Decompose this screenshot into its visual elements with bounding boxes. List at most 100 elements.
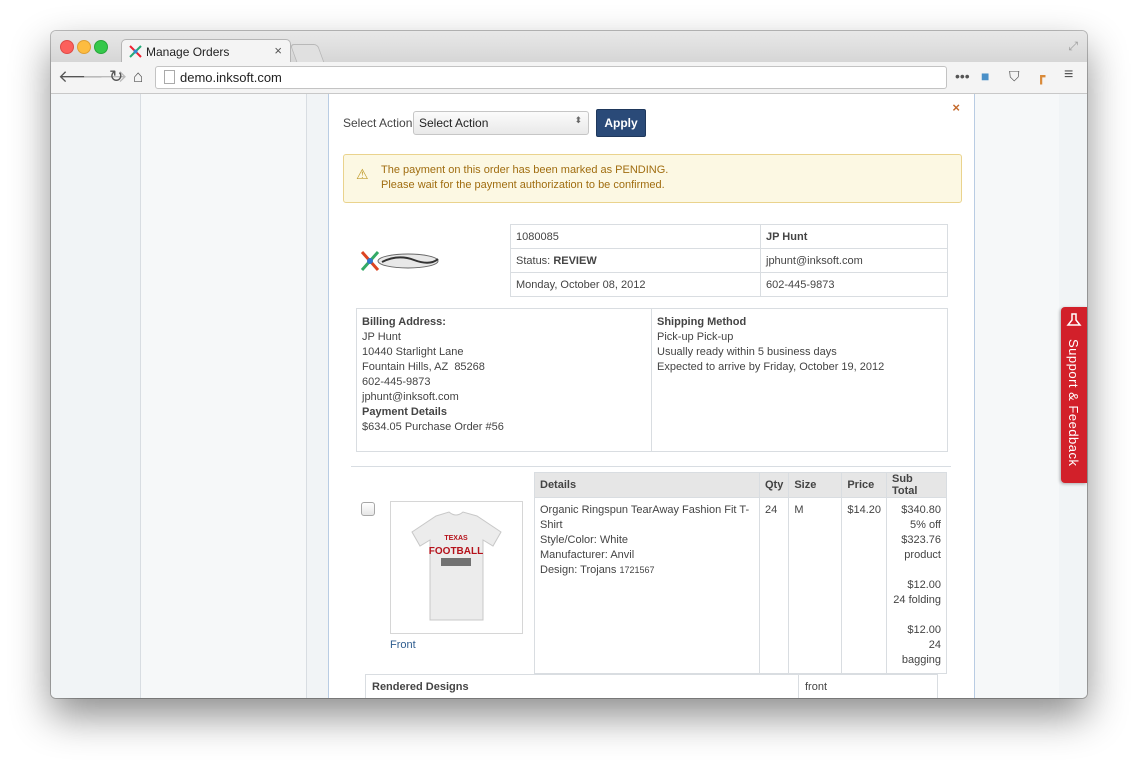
rendered-designs-table: Rendered Designs front xyxy=(365,674,938,698)
page-content: × Select Action: Select Action ⬍ Apply ⚠… xyxy=(51,94,1087,698)
order-info-table: 1080085 JP Hunt Status: REVIEW jphunt@in… xyxy=(510,224,948,297)
subtotal-spacer xyxy=(892,608,941,623)
price-header: Price xyxy=(841,472,887,498)
item-subtotal: $340.80 5% off $323.76 product $12.00 24… xyxy=(886,497,947,674)
left-panel xyxy=(141,94,306,698)
subtotal-header: Sub Total xyxy=(886,472,947,498)
customer-email: jphunt@inksoft.com xyxy=(760,248,948,273)
item-details: Organic Ringspun TearAway Fashion Fit T-… xyxy=(534,497,760,674)
product-style: Style/Color: White xyxy=(540,534,629,546)
billing-email: jphunt@inksoft.com xyxy=(362,391,459,403)
billing-city: Fountain Hills, AZ 85268 xyxy=(362,361,485,373)
shipping-method-value: Pick-up Pick-up xyxy=(657,331,734,343)
bookmark-icon[interactable]: ┏ xyxy=(1037,68,1045,85)
modal-close-icon[interactable]: × xyxy=(952,100,960,115)
subtotal-line: $323.76 xyxy=(901,534,941,546)
menu-icon[interactable]: ≡ xyxy=(1064,66,1073,84)
apply-button[interactable]: Apply xyxy=(596,109,646,137)
billing-name: JP Hunt xyxy=(362,331,401,343)
item-size: M xyxy=(788,497,843,674)
address-bar[interactable]: demo.inksoft.com xyxy=(155,66,947,89)
order-items-table: Details Qty Size Price Sub Total Organic… xyxy=(534,472,947,674)
subtotal-spacer xyxy=(892,563,941,578)
title-bar: Manage Orders × ⤢ xyxy=(51,31,1087,63)
design-id: 1721567 xyxy=(619,565,655,575)
new-tab-button[interactable] xyxy=(289,44,325,62)
front-link[interactable]: Front xyxy=(390,639,416,651)
select-action-value: Select Action xyxy=(419,116,489,130)
subtotal-line: 24 folding xyxy=(893,594,941,606)
status-value: REVIEW xyxy=(553,254,597,267)
pocket-icon[interactable]: ⛉ xyxy=(1009,68,1020,85)
inksoft-favicon-icon xyxy=(129,45,142,58)
home-icon[interactable]: ⌂ xyxy=(133,67,143,87)
payment-heading: Payment Details xyxy=(362,406,447,418)
product-manufacturer: Manufacturer: Anvil xyxy=(540,549,635,561)
column-divider xyxy=(306,94,307,698)
shipping-method: Shipping Method Pick-up Pick-up Usually … xyxy=(657,315,884,375)
inksoft-logo xyxy=(360,251,439,271)
support-feedback-tab[interactable]: Support & Feedback xyxy=(1061,307,1087,483)
select-action-label: Select Action: xyxy=(343,116,416,130)
fullscreen-icon[interactable]: ⤢ xyxy=(1068,39,1078,54)
details-header: Details xyxy=(534,472,760,498)
tshirt-image: TEXAS FOOTBALL xyxy=(411,511,502,621)
browser-tab[interactable]: Manage Orders × xyxy=(121,39,291,63)
select-action-dropdown[interactable]: Select Action ⬍ xyxy=(413,111,589,135)
order-date: Monday, October 08, 2012 xyxy=(510,272,761,297)
item-price: $14.20 xyxy=(841,497,887,674)
payment-details: $634.05 Purchase Order #56 xyxy=(362,421,504,433)
order-status: Status: REVIEW xyxy=(510,248,761,273)
customer-phone: 602-445-9873 xyxy=(760,272,948,297)
browser-toolbar: 🡐 🡒 ↻ ⌂ demo.inksoft.com ••• ■ ⛉ ┏ ≡ xyxy=(51,62,1087,94)
shirt-text-main: FOOTBALL xyxy=(429,546,483,557)
page-icon xyxy=(164,70,175,84)
more-icon[interactable]: ••• xyxy=(955,68,970,84)
design-name: Design: Trojans xyxy=(540,564,617,576)
close-window-button[interactable] xyxy=(60,40,74,54)
status-label: Status: xyxy=(516,254,551,267)
subtotal-line: $12.00 xyxy=(907,579,941,591)
zoom-window-button[interactable] xyxy=(94,40,108,54)
product-design: Design: Trojans 1721567 xyxy=(540,563,754,578)
tab-close-icon[interactable]: × xyxy=(274,43,282,58)
subtotal-line: $12.00 xyxy=(907,624,941,636)
extension-icon[interactable]: ■ xyxy=(981,68,989,84)
customer-name: JP Hunt xyxy=(760,224,948,249)
updown-arrow-icon: ⬍ xyxy=(574,115,582,125)
product-thumbnail[interactable]: TEXAS FOOTBALL xyxy=(390,501,523,634)
reload-icon[interactable]: ↻ xyxy=(109,67,123,87)
payment-pending-alert: ⚠ The payment on this order has been mar… xyxy=(343,154,962,203)
billing-phone: 602-445-9873 xyxy=(362,376,431,388)
right-panel xyxy=(974,94,1059,698)
subtotal-line: product xyxy=(904,549,941,561)
alert-line-2: Please wait for the payment authorizatio… xyxy=(381,179,665,191)
billing-street: 10440 Starlight Lane xyxy=(362,346,464,358)
browser-window: Manage Orders × ⤢ 🡐 🡒 ↻ ⌂ demo.inksoft.c… xyxy=(51,31,1087,698)
billing-address: Billing Address: JP Hunt 10440 Starlight… xyxy=(362,315,504,435)
subtotal-line: 5% off xyxy=(910,519,941,531)
billing-heading: Billing Address: xyxy=(362,316,446,328)
shipping-expected: Expected to arrive by Friday, October 19… xyxy=(657,361,885,373)
url-text: demo.inksoft.com xyxy=(180,70,282,85)
product-name: Organic Ringspun TearAway Fashion Fit T-… xyxy=(540,504,750,531)
qty-header: Qty xyxy=(758,472,790,498)
shirt-text-top: TEXAS xyxy=(444,535,468,542)
minimize-window-button[interactable] xyxy=(77,40,91,54)
item-checkbox[interactable] xyxy=(361,502,375,516)
tab-title: Manage Orders xyxy=(146,45,230,59)
order-modal: × Select Action: Select Action ⬍ Apply ⚠… xyxy=(328,94,975,698)
megaphone-icon xyxy=(1066,313,1082,326)
shipping-heading: Shipping Method xyxy=(657,316,747,328)
section-divider xyxy=(351,466,951,467)
warning-icon: ⚠ xyxy=(356,166,369,182)
item-qty: 24 xyxy=(758,497,790,674)
alert-line-1: The payment on this order has been marke… xyxy=(381,164,669,176)
support-feedback-label: Support & Feedback xyxy=(1066,339,1081,467)
subtotal-line: $340.80 xyxy=(901,504,941,516)
address-box: Billing Address: JP Hunt 10440 Starlight… xyxy=(356,308,948,452)
size-header: Size xyxy=(788,472,843,498)
address-divider xyxy=(651,309,652,451)
rendered-front-label: front xyxy=(798,674,938,698)
subtotal-line: 24 bagging xyxy=(901,639,941,666)
